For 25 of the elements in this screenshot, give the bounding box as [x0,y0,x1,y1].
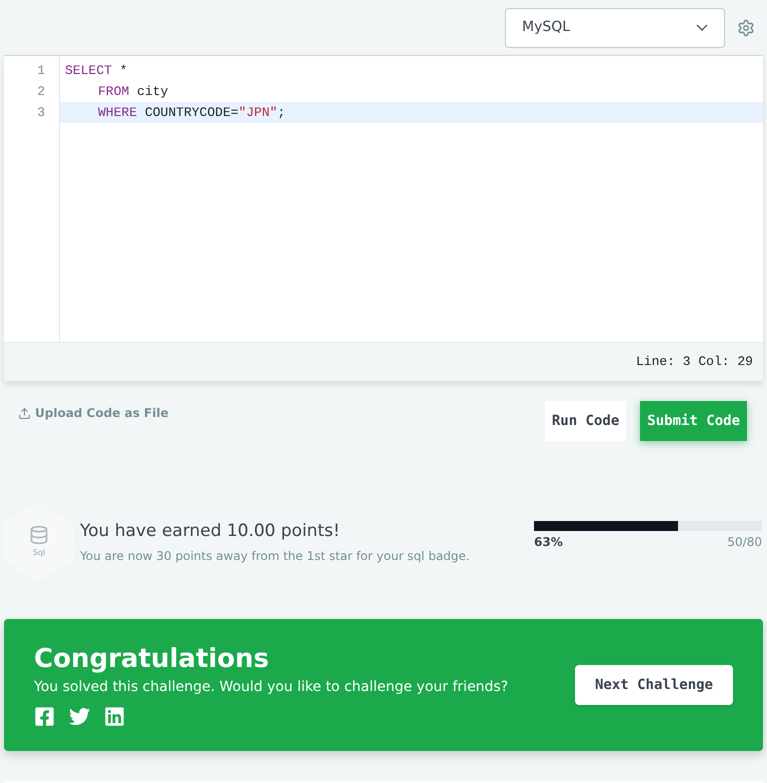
next-challenge-button[interactable]: Next Challenge [574,665,733,705]
language-select[interactable]: MySQL [505,8,725,48]
facebook-icon[interactable] [34,706,55,727]
database-icon [29,525,49,545]
code-line: FROM city [97,83,170,101]
points-subtitle: You are now 30 points away from the 1st star for your sql badge. [80,548,471,565]
line-number: 3 [36,104,46,122]
congratulations-message: You solved this challenge. Would you like to challenge your friends? [34,678,508,697]
select-value: MySQL [522,18,570,37]
progress-percent: 63% [534,534,563,551]
line-number: 1 [36,62,46,80]
line-number: 2 [36,83,46,101]
badge-label: Sql [32,547,46,559]
upload-icon [18,406,31,420]
code-line: SELECT * [64,62,128,80]
linkedin-icon[interactable] [104,706,125,727]
twitter-icon[interactable] [69,706,90,727]
settings-icon[interactable] [737,18,755,36]
congratulations-title: Congratulations [34,643,270,675]
progress-count: 50/80 [727,534,762,551]
chevron-down-icon [696,24,708,31]
cursor-position: Line: 3 Col: 29 [636,353,753,372]
code-editor[interactable]: 1 2 3 SELECT * FROM city WHERE COUNTRYCODE="JPN"; Line: 3 Col: 29 [4,55,763,381]
run-button[interactable]: Run Code [544,401,626,441]
points-title: You have earned 10.00 points! [80,520,341,544]
